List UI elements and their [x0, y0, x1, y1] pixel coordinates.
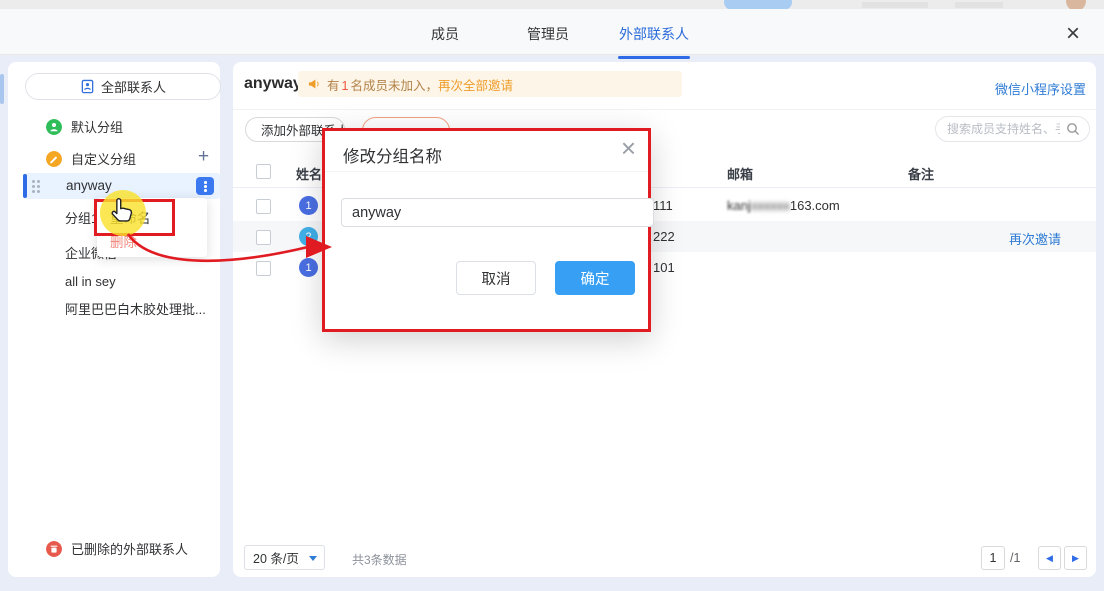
current-page-box[interactable]: 1 — [981, 546, 1005, 570]
background-shape — [862, 2, 928, 8]
chevron-down-icon — [309, 556, 317, 561]
column-header-remark: 备注 — [908, 164, 934, 183]
sidebar-group-item[interactable]: 分组1 — [65, 208, 98, 227]
all-contacts-label: 全部联系人 — [101, 77, 166, 96]
mini-program-settings-link[interactable]: 微信小程序设置 — [995, 79, 1086, 98]
group-label: anyway — [66, 178, 112, 193]
page-total-label: /1 — [1010, 551, 1020, 565]
total-count-label: 共3条数据 — [352, 551, 407, 568]
group-title: anyway — [244, 75, 302, 93]
tab-admins[interactable]: 管理员 — [527, 24, 569, 44]
column-header-name: 姓名 — [296, 164, 322, 183]
all-contacts-button[interactable]: 全部联系人 — [25, 73, 221, 100]
page-size-select[interactable]: 20 条/页 — [244, 545, 325, 570]
custom-group-label: 自定义分组 — [71, 149, 136, 168]
invite-all-link[interactable]: 再次全部邀请 — [438, 79, 513, 93]
member-email: kanjxxxxxx163.com — [727, 198, 840, 213]
member-search — [935, 116, 1090, 142]
tab-bar: 成员 管理员 外部联系人 × — [0, 9, 1104, 55]
search-input[interactable] — [945, 121, 1062, 137]
active-tab-underline — [618, 56, 690, 59]
dialog-title: 修改分组名称 — [343, 143, 442, 167]
background-avatar — [1066, 0, 1086, 9]
sidebar-group-item[interactable]: 阿里巴巴白木胶处理批... — [65, 299, 206, 318]
selected-indicator — [23, 174, 27, 198]
row-checkbox[interactable] — [256, 261, 271, 276]
background-pill — [724, 0, 792, 9]
avatar: 1 — [299, 258, 318, 277]
next-page-button[interactable]: ▶ — [1064, 546, 1087, 570]
sidebar-item-default-group[interactable]: 默认分组 — [46, 117, 123, 136]
close-icon[interactable]: × — [1066, 22, 1080, 46]
select-all-checkbox[interactable] — [256, 164, 271, 179]
deleted-contacts-item[interactable]: 已删除的外部联系人 — [46, 539, 188, 558]
right-arrow-icon: ▶ — [1072, 553, 1079, 564]
background-shape — [955, 2, 1003, 8]
hand-cursor-icon — [108, 196, 136, 226]
avatar: 2 — [299, 227, 318, 246]
divider — [325, 171, 648, 172]
default-group-icon — [46, 119, 62, 135]
search-icon — [1066, 122, 1080, 136]
cancel-button[interactable]: 取消 — [456, 261, 536, 295]
page-size-value: 20 条/页 — [253, 548, 299, 567]
more-icon — [204, 181, 207, 184]
scrollbar-thumb[interactable] — [0, 74, 4, 104]
group-name-input[interactable] — [341, 198, 654, 227]
custom-group-icon — [46, 151, 62, 167]
group-more-button[interactable] — [196, 177, 214, 195]
drag-handle-icon[interactable] — [32, 180, 35, 183]
sidebar-item-custom-group[interactable]: 自定义分组 — [46, 149, 136, 168]
deleted-contacts-label: 已删除的外部联系人 — [71, 539, 188, 558]
member-phone: 111 — [653, 198, 673, 213]
divider — [233, 109, 1096, 110]
sidebar-group-item[interactable]: all in sey — [65, 274, 116, 289]
sidebar: 全部联系人 默认分组 自定义分组 + anyway 分组1 — [8, 62, 220, 577]
previous-page-button[interactable]: ◀ — [1038, 546, 1061, 570]
trash-icon — [46, 541, 62, 557]
reinvite-link[interactable]: 再次邀请 — [1009, 229, 1061, 248]
background-app-strip — [0, 0, 1104, 9]
row-checkbox[interactable] — [256, 230, 271, 245]
megaphone-icon — [308, 78, 321, 90]
member-phone: 101 — [653, 260, 675, 275]
screen: 成员 管理员 外部联系人 × 全部联系人 默认分组 — [0, 0, 1104, 591]
column-header-email: 邮箱 — [727, 164, 753, 183]
banner-text: 有1名成员未加入，再次全部邀请 — [327, 75, 513, 94]
tab-external-contacts[interactable]: 外部联系人 — [619, 24, 689, 44]
dialog-close-icon[interactable]: × — [621, 133, 636, 164]
warning-banner: 有1名成员未加入，再次全部邀请 — [298, 71, 682, 97]
rename-group-dialog: 修改分组名称 × 取消 确定 — [322, 128, 651, 332]
avatar: 1 — [299, 196, 318, 215]
default-group-label: 默认分组 — [71, 117, 123, 136]
row-checkbox[interactable] — [256, 199, 271, 214]
member-phone: 222 — [653, 229, 675, 244]
left-arrow-icon: ◀ — [1046, 553, 1053, 564]
contacts-book-icon — [80, 79, 95, 94]
confirm-button[interactable]: 确定 — [555, 261, 635, 295]
add-group-button[interactable]: + — [198, 146, 209, 168]
tab-members[interactable]: 成员 — [431, 24, 459, 44]
